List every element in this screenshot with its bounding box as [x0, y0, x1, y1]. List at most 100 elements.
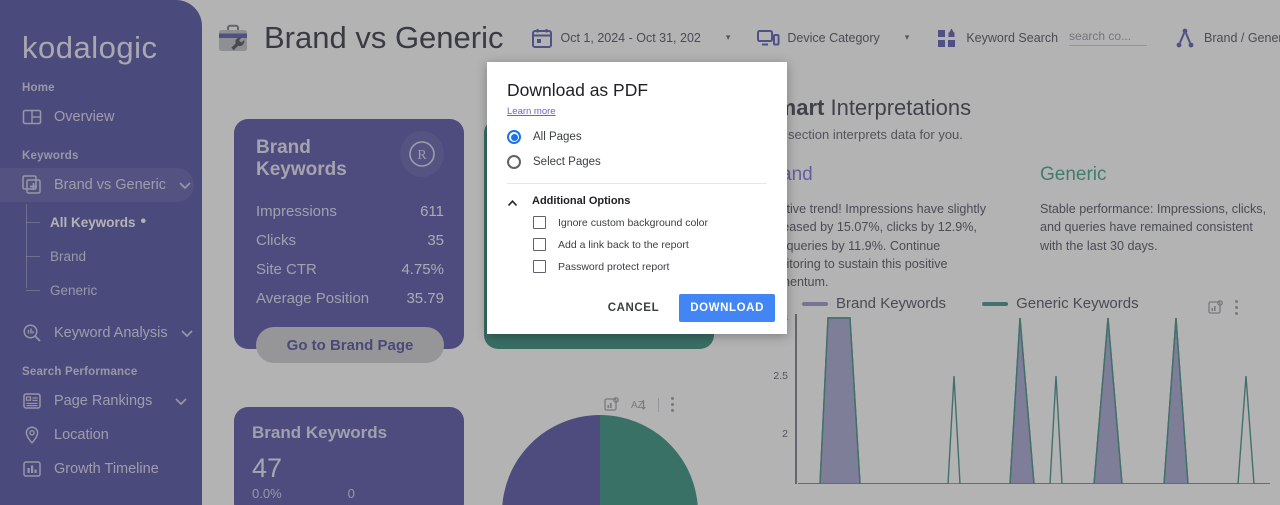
- sidebar-section-keywords: Keywords: [22, 150, 79, 162]
- interpretation-text: Stable performance: Impressions, clicks,…: [1040, 202, 1267, 253]
- checkbox-indicator[interactable]: [533, 216, 546, 229]
- sidebar-subitem-generic[interactable]: Generic: [26, 276, 202, 304]
- sidebar-item-label: Growth Timeline: [54, 461, 159, 477]
- card-title: Brand Keywords: [256, 137, 347, 180]
- checkbox-password-protect[interactable]: Password protect report: [533, 260, 767, 273]
- kpi-row: Clicks 35: [256, 226, 444, 255]
- kpi-label: Site CTR: [256, 261, 317, 278]
- monitor-icon: [756, 26, 780, 50]
- kpi-label: Clicks: [256, 232, 296, 249]
- y-axis-tick: 2: [782, 428, 788, 440]
- device-category-control[interactable]: Device Category ▾: [756, 26, 909, 50]
- more-vertical-icon[interactable]: [671, 397, 674, 412]
- learn-more-link[interactable]: Learn more: [507, 106, 556, 117]
- legend-item-generic[interactable]: Generic Keywords: [982, 295, 1139, 312]
- sidebar-subitem-label: Generic: [50, 282, 98, 298]
- additional-options-toggle[interactable]: Additional Options: [507, 195, 767, 207]
- radio-select-pages[interactable]: Select Pages: [507, 155, 767, 169]
- date-range-control[interactable]: Oct 1, 2024 - Oct 31, 202 ▾: [530, 26, 731, 50]
- y-axis-line: [795, 314, 797, 484]
- sidebar-section-search-performance: Search Performance: [22, 366, 138, 378]
- sidebar-item-page-rankings[interactable]: Page Rankings: [0, 384, 202, 418]
- sidebar-item-label: Overview: [54, 109, 115, 125]
- legend-swatch: [802, 301, 828, 306]
- smart-interpretations: Smart Interpretations The section interp…: [762, 95, 1272, 291]
- download-button[interactable]: DOWNLOAD: [679, 294, 775, 322]
- toolbar-divider: [658, 397, 659, 412]
- radio-indicator[interactable]: [507, 155, 521, 169]
- chevron-down-icon[interactable]: [174, 394, 188, 408]
- sidebar-item-overview[interactable]: Overview: [0, 100, 202, 134]
- radio-label: All Pages: [533, 131, 582, 143]
- toolbox-wrench-icon: [214, 19, 252, 57]
- section-title: Smart Interpretations: [762, 95, 1272, 121]
- additional-options-label: Additional Options: [532, 195, 631, 207]
- chevron-up-icon[interactable]: [507, 196, 518, 207]
- legend-item-brand[interactable]: Brand Keywords: [802, 295, 946, 312]
- brand-vs-generic-area-chart: Brand Keywords Generic Keywords 3 2.5 2: [762, 295, 1274, 505]
- sidebar-item-location[interactable]: Location: [0, 418, 202, 452]
- chevron-down-icon[interactable]: [180, 326, 194, 340]
- checkbox-indicator[interactable]: [533, 238, 546, 251]
- brand-generic-control[interactable]: Brand / Generic ▾: [1173, 26, 1280, 50]
- go-to-brand-page-button[interactable]: Go to Brand Page: [256, 327, 444, 363]
- card-metric-value: 47: [252, 453, 283, 483]
- app-root: kodalogic Home Overview Keywords Brand v…: [0, 0, 1280, 505]
- sidebar-item-keyword-analysis[interactable]: Keyword Analysis: [0, 316, 202, 350]
- interpretation-heading: Generic: [1040, 164, 1107, 185]
- brand-keywords-small-card: Brand Keywords 47 0.0% 0: [234, 407, 464, 505]
- checkbox-add-link-back[interactable]: Add a link back to the report: [533, 238, 767, 251]
- grid-blocks-icon: [935, 26, 959, 50]
- hierarchy-icon: [1173, 26, 1197, 50]
- sidebar-section-home: Home: [22, 82, 55, 94]
- cancel-button[interactable]: CANCEL: [594, 294, 674, 322]
- download-as-pdf-dialog: Download as PDF Learn more All Pages Sel…: [487, 62, 787, 334]
- page-title: Brand vs Generic: [264, 19, 504, 55]
- chevron-down-icon[interactable]: [178, 178, 192, 192]
- sidebar-subitem-brand[interactable]: Brand: [26, 242, 202, 270]
- sidebar-subnav: All Keywords • Brand Generic: [0, 204, 202, 304]
- sort-az-icon[interactable]: AZ: [631, 397, 646, 412]
- y-axis-tick: 2.5: [773, 370, 788, 382]
- keyword-search-label: Keyword Search: [966, 30, 1059, 45]
- sidebar-item-brand-vs-generic[interactable]: Brand vs Generic: [0, 168, 194, 202]
- device-category-label: Device Category: [787, 30, 880, 45]
- calendar-icon: [530, 26, 554, 50]
- kpi-row: Impressions 611: [256, 197, 444, 226]
- chart-legend: Brand Keywords Generic Keywords: [802, 295, 1274, 312]
- chevron-down-icon[interactable]: ▾: [726, 32, 731, 43]
- kpi-value: 4.75%: [401, 261, 444, 278]
- legend-swatch: [982, 301, 1009, 306]
- card-metric-secondary: 0: [347, 486, 355, 501]
- sidebar-item-growth-timeline[interactable]: Growth Timeline: [0, 452, 202, 486]
- brand-generic-label: Brand / Generic: [1204, 30, 1280, 45]
- radio-indicator[interactable]: [507, 130, 521, 144]
- kpi-value: 35.79: [406, 290, 444, 307]
- kpi-row: Average Position 35.79: [256, 284, 444, 313]
- checkbox-indicator[interactable]: [533, 260, 546, 273]
- keyword-search-control[interactable]: Keyword Search search co...: [935, 26, 1148, 50]
- brand-area-series: [798, 317, 1270, 484]
- add-box-icon: [22, 175, 42, 195]
- explore-chart-icon[interactable]: [604, 397, 619, 412]
- kpi-label: Impressions: [256, 203, 337, 220]
- radio-all-pages[interactable]: All Pages: [507, 130, 767, 144]
- pie-widget-toolbar: AZ: [604, 397, 674, 412]
- kpi-label: Average Position: [256, 290, 370, 307]
- svg-text:R: R: [417, 148, 427, 163]
- chevron-down-icon[interactable]: ▾: [905, 32, 910, 43]
- sidebar: kodalogic Home Overview Keywords Brand v…: [0, 0, 202, 505]
- interpretation-generic: Generic Stable performance: Impressions,…: [1040, 164, 1268, 291]
- interpretation-text: Positive trend! Impressions have slightl…: [762, 202, 986, 289]
- sidebar-subitem-all-keywords[interactable]: All Keywords •: [26, 208, 202, 236]
- kpi-row: Site CTR 4.75%: [256, 255, 444, 284]
- checkbox-ignore-background[interactable]: Ignore custom background color: [533, 216, 767, 229]
- legend-label: Generic Keywords: [1016, 295, 1139, 312]
- legend-label: Brand Keywords: [836, 295, 947, 312]
- app-logo: kodalogic: [22, 30, 158, 65]
- interpretation-heading: Brand: [762, 164, 813, 185]
- section-title-rest: Interpretations: [824, 95, 972, 120]
- location-pin-icon: [22, 425, 42, 445]
- search-input[interactable]: search co...: [1069, 29, 1148, 46]
- kpi-value: 35: [427, 232, 444, 249]
